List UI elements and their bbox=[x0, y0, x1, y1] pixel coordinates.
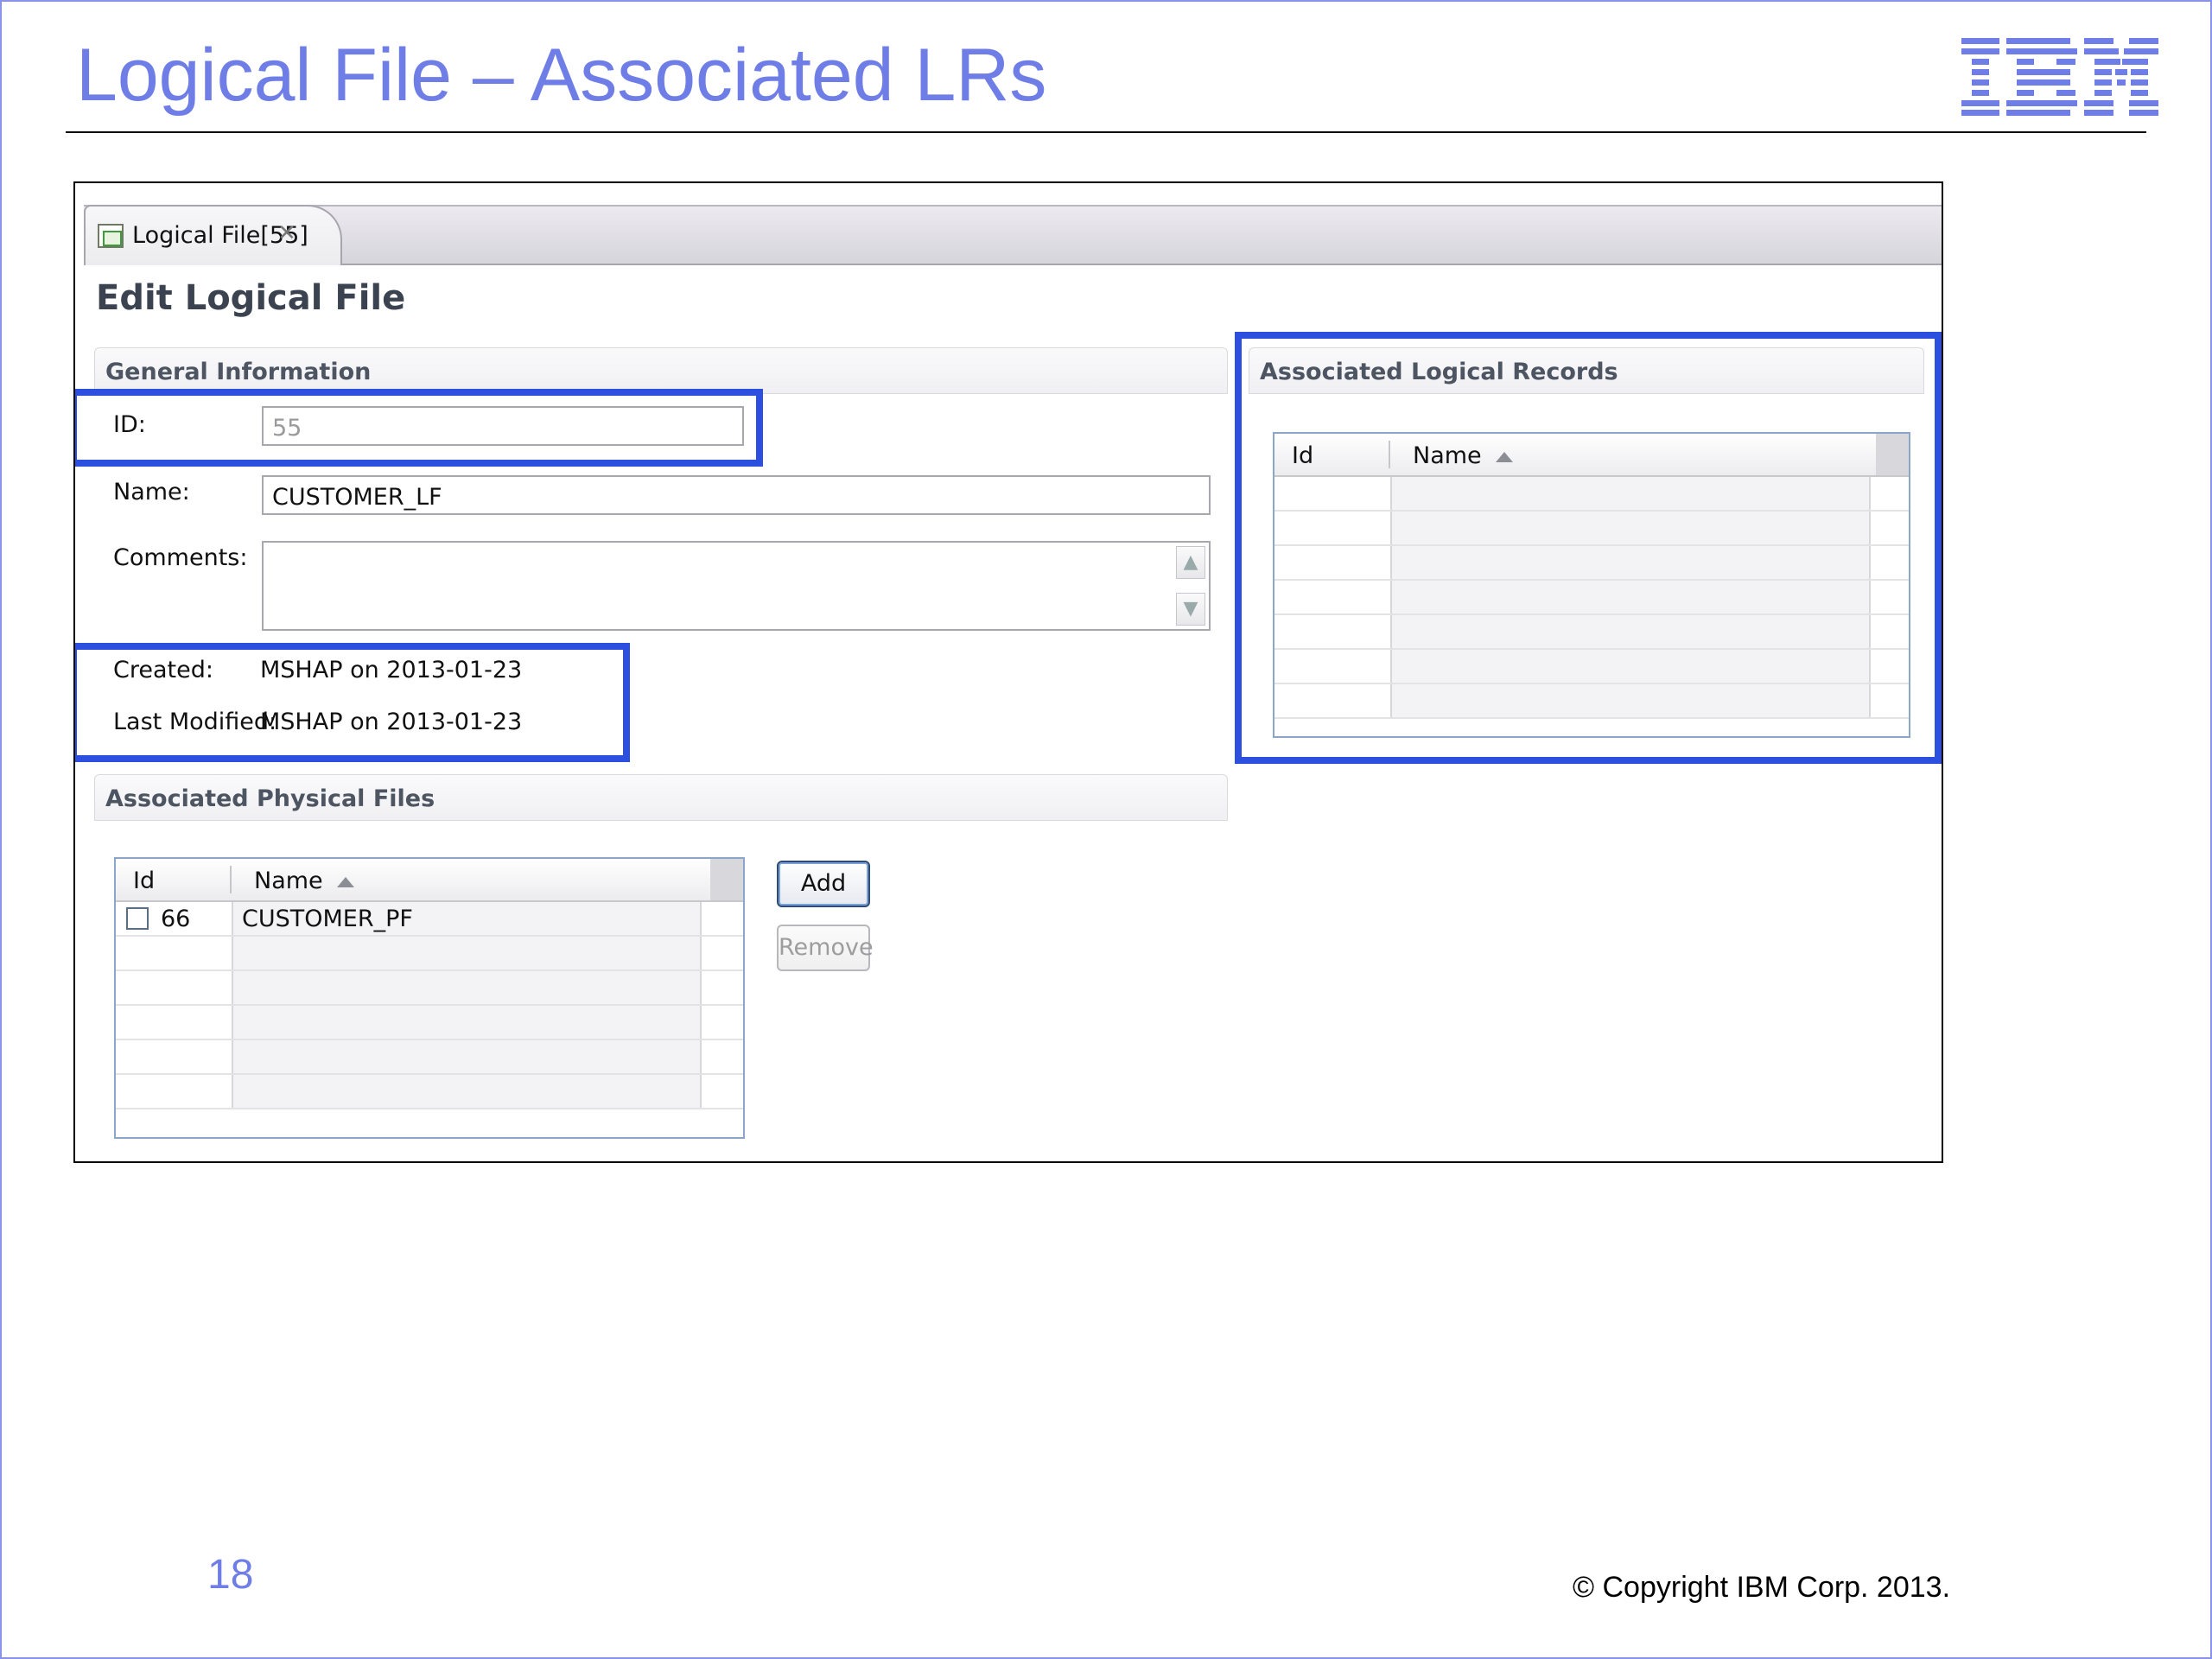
add-button[interactable]: Add bbox=[777, 861, 870, 907]
column-header-name-label: Name bbox=[254, 868, 323, 894]
id-highlight-box bbox=[75, 389, 763, 467]
table-row[interactable]: 66 CUSTOMER_PF bbox=[116, 902, 743, 937]
table-row bbox=[116, 1040, 743, 1075]
form-title: Edit Logical File bbox=[96, 278, 406, 318]
sort-ascending-icon bbox=[336, 876, 354, 887]
remove-button[interactable]: Remove bbox=[777, 925, 874, 971]
ibm-logo bbox=[1961, 38, 2158, 116]
general-information-header: General Information bbox=[94, 347, 1228, 394]
audit-highlight-box bbox=[75, 643, 630, 762]
logical-file-icon bbox=[98, 224, 124, 248]
associated-physical-files-header: Associated Physical Files bbox=[94, 774, 1228, 821]
associated-physical-files-title: Associated Physical Files bbox=[105, 785, 435, 812]
table-row bbox=[116, 1006, 743, 1040]
copyright-text: © Copyright IBM Corp. 2013. bbox=[1573, 1571, 1951, 1604]
editor-window: Logical File[55] ✕ Edit Logical File Gen… bbox=[73, 181, 1943, 1163]
column-header-id[interactable]: Id bbox=[133, 868, 155, 894]
column-header-name[interactable]: Name bbox=[254, 868, 354, 894]
table-row bbox=[116, 971, 743, 1006]
tabbar-strip bbox=[84, 205, 1942, 265]
scroll-down-icon[interactable]: ▼ bbox=[1176, 593, 1205, 626]
general-information-title: General Information bbox=[105, 359, 372, 385]
row-checkbox[interactable] bbox=[126, 907, 149, 930]
row-id: 66 bbox=[161, 906, 191, 932]
table-corner bbox=[710, 859, 743, 900]
logical-records-highlight-box bbox=[1235, 332, 1942, 764]
name-field[interactable]: CUSTOMER_LF bbox=[262, 475, 1211, 515]
close-icon[interactable]: ✕ bbox=[277, 220, 296, 246]
column-separator bbox=[230, 866, 232, 893]
tab-logical-file[interactable]: Logical File[55] ✕ bbox=[84, 205, 342, 265]
comments-label: Comments: bbox=[113, 544, 248, 571]
page-number: 18 bbox=[207, 1552, 254, 1598]
scroll-up-icon[interactable]: ▲ bbox=[1176, 546, 1205, 579]
slide-title: Logical File – Associated LRs bbox=[76, 34, 1047, 117]
physical-files-table[interactable]: Id Name 66 CUSTOMER_PF bbox=[114, 857, 745, 1139]
row-name: CUSTOMER_PF bbox=[242, 906, 413, 932]
table-row bbox=[116, 1075, 743, 1109]
title-divider bbox=[66, 131, 2146, 133]
editor-tabbar: Logical File[55] ✕ bbox=[75, 183, 1942, 265]
comments-field[interactable]: ▲ ▼ bbox=[262, 541, 1211, 631]
table-row bbox=[116, 937, 743, 971]
table-header: Id Name bbox=[116, 859, 743, 902]
name-label: Name: bbox=[113, 479, 190, 505]
